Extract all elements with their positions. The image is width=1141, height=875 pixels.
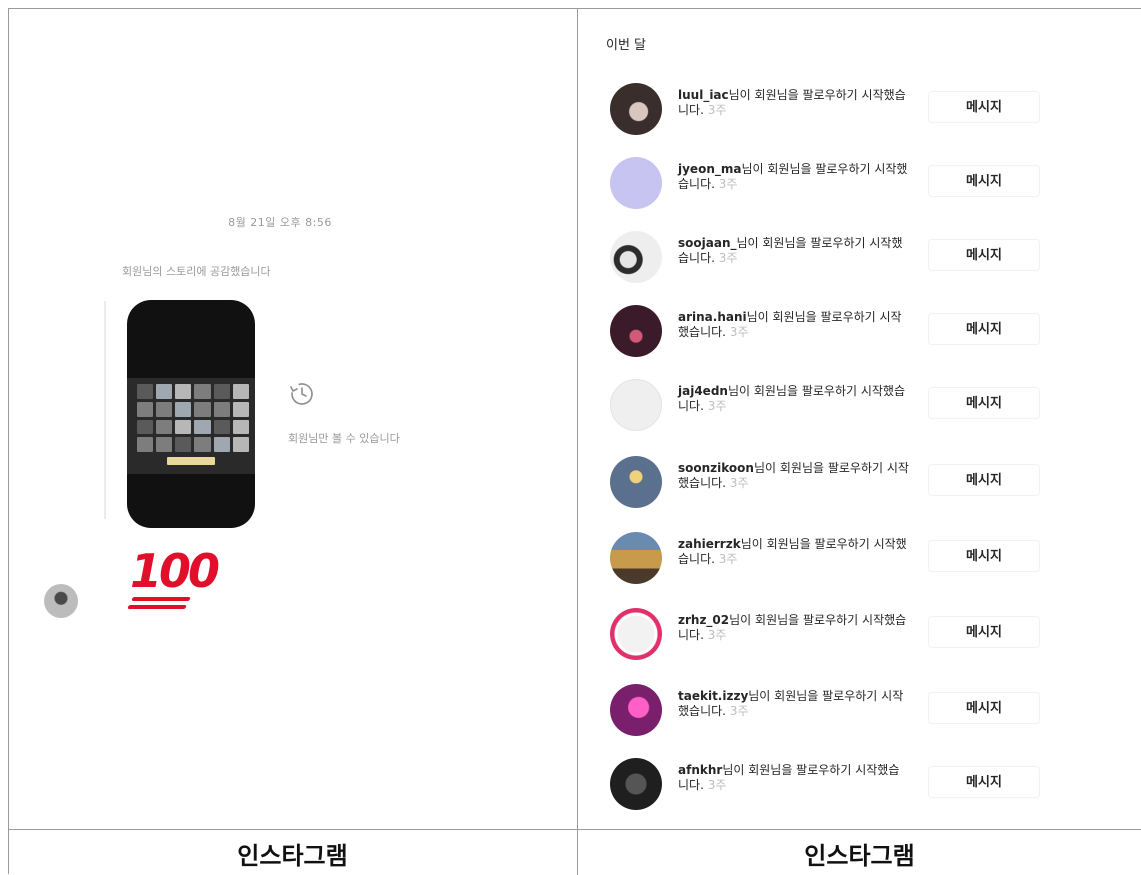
- activity-time: 3주: [718, 177, 738, 191]
- activity-text: jaj4edn님이 회원님을 팔로우하기 시작했습니다. 3주: [678, 384, 910, 414]
- activity-text: jyeon_ma님이 회원님을 팔로우하기 시작했습니다. 3주: [678, 162, 910, 192]
- history-clock-icon: [290, 383, 313, 405]
- story-preview[interactable]: [127, 300, 255, 528]
- user-avatar[interactable]: [610, 83, 662, 135]
- activity-time: 3주: [707, 628, 727, 642]
- activity-time: 3주: [707, 778, 727, 792]
- user-avatar[interactable]: [610, 231, 662, 283]
- message-button[interactable]: 메시지: [928, 387, 1040, 419]
- message-button[interactable]: 메시지: [928, 464, 1040, 496]
- message-button[interactable]: 메시지: [928, 616, 1040, 648]
- activity-row: taekit.izzy님이 회원님을 팔로우하기 시작했습니다. 3주 메시지: [606, 684, 1046, 744]
- user-avatar[interactable]: [610, 456, 662, 508]
- username-link[interactable]: arina.hani: [678, 310, 747, 324]
- activity-text: taekit.izzy님이 회원님을 팔로우하기 시작했습니다. 3주: [678, 689, 910, 719]
- section-title: 이번 달: [606, 38, 647, 53]
- user-avatar[interactable]: [610, 758, 662, 810]
- activity-text: arina.hani님이 회원님을 팔로우하기 시작했습니다. 3주: [678, 310, 910, 340]
- activity-text: luul_iac님이 회원님을 팔로우하기 시작했습니다. 3주: [678, 88, 910, 118]
- activity-row: soonzikoon님이 회원님을 팔로우하기 시작했습니다. 3주 메시지: [606, 456, 1046, 516]
- message-timestamp: 8월 21일 오후 8:56: [228, 216, 332, 229]
- message-button[interactable]: 메시지: [928, 91, 1040, 123]
- activity-row: afnkhr님이 회원님을 팔로우하기 시작했습니다. 3주 메시지: [606, 758, 1046, 818]
- underline-2: [127, 605, 187, 609]
- username-link[interactable]: soojaan_: [678, 236, 736, 250]
- panel-divider: [577, 8, 578, 875]
- story-ring-avatar[interactable]: [610, 608, 662, 660]
- activity-row: soojaan_님이 회원님을 팔로우하기 시작했습니다. 3주 메시지: [606, 231, 1046, 291]
- user-avatar[interactable]: [610, 684, 662, 736]
- username-link[interactable]: jyeon_ma: [678, 162, 741, 176]
- username-link[interactable]: afnkhr: [678, 763, 722, 777]
- story-sticker: [167, 457, 215, 465]
- user-avatar[interactable]: [610, 305, 662, 357]
- message-button[interactable]: 메시지: [928, 540, 1040, 572]
- activity-text: afnkhr님이 회원님을 팔로우하기 시작했습니다. 3주: [678, 763, 910, 793]
- username-link[interactable]: zahierrzk: [678, 537, 741, 551]
- activity-row: arina.hani님이 회원님을 팔로우하기 시작했습니다. 3주 메시지: [606, 305, 1046, 365]
- user-avatar[interactable]: [610, 157, 662, 209]
- left-caption: 인스타그램: [237, 842, 348, 870]
- activity-text: zrhz_02님이 회원님을 팔로우하기 시작했습니다. 3주: [678, 613, 910, 643]
- activity-time: 3주: [729, 325, 749, 339]
- activity-time: 3주: [707, 103, 727, 117]
- username-link[interactable]: luul_iac: [678, 88, 729, 102]
- activity-time: 3주: [707, 399, 727, 413]
- default-avatar-icon[interactable]: [610, 379, 662, 431]
- message-button[interactable]: 메시지: [928, 239, 1040, 271]
- activity-row: zahierrzk님이 회원님을 팔로우하기 시작했습니다. 3주 메시지: [606, 532, 1046, 592]
- hundred-text: 100: [130, 544, 220, 598]
- activity-time: 3주: [718, 251, 738, 265]
- caption-divider: [8, 829, 1141, 830]
- message-button[interactable]: 메시지: [928, 313, 1040, 345]
- activity-text: zahierrzk님이 회원님을 팔로우하기 시작했습니다. 3주: [678, 537, 910, 567]
- activity-row: jyeon_ma님이 회원님을 팔로우하기 시작했습니다. 3주 메시지: [606, 157, 1046, 217]
- video-call-grid-image: [137, 384, 249, 452]
- right-caption: 인스타그램: [804, 842, 915, 870]
- underline-1: [131, 597, 191, 601]
- username-link[interactable]: jaj4edn: [678, 384, 728, 398]
- activity-row: luul_iac님이 회원님을 팔로우하기 시작했습니다. 3주 메시지: [606, 83, 1046, 143]
- activity-time: 3주: [718, 552, 738, 566]
- activity-time: 3주: [729, 476, 749, 490]
- message-button[interactable]: 메시지: [928, 692, 1040, 724]
- activity-row: zrhz_02님이 회원님을 팔로우하기 시작했습니다. 3주 메시지: [606, 608, 1046, 668]
- username-link[interactable]: soonzikoon: [678, 461, 754, 475]
- user-avatar[interactable]: [610, 532, 662, 584]
- message-button[interactable]: 메시지: [928, 766, 1040, 798]
- username-link[interactable]: taekit.izzy: [678, 689, 748, 703]
- activity-time: 3주: [729, 704, 749, 718]
- activity-text: soonzikoon님이 회원님을 팔로우하기 시작했습니다. 3주: [678, 461, 910, 491]
- activity-row: jaj4edn님이 회원님을 팔로우하기 시작했습니다. 3주 메시지: [606, 379, 1046, 439]
- sender-avatar[interactable]: [44, 584, 78, 618]
- story-reaction-note: 회원님의 스토리에 공감했습니다: [122, 265, 271, 278]
- username-link[interactable]: zrhz_02: [678, 613, 729, 627]
- reply-indicator-bar: [104, 301, 106, 519]
- activity-text: soojaan_님이 회원님을 팔로우하기 시작했습니다. 3주: [678, 236, 910, 266]
- story-unavailable-text: 회원님만 볼 수 있습니다: [288, 432, 400, 445]
- message-button[interactable]: 메시지: [928, 165, 1040, 197]
